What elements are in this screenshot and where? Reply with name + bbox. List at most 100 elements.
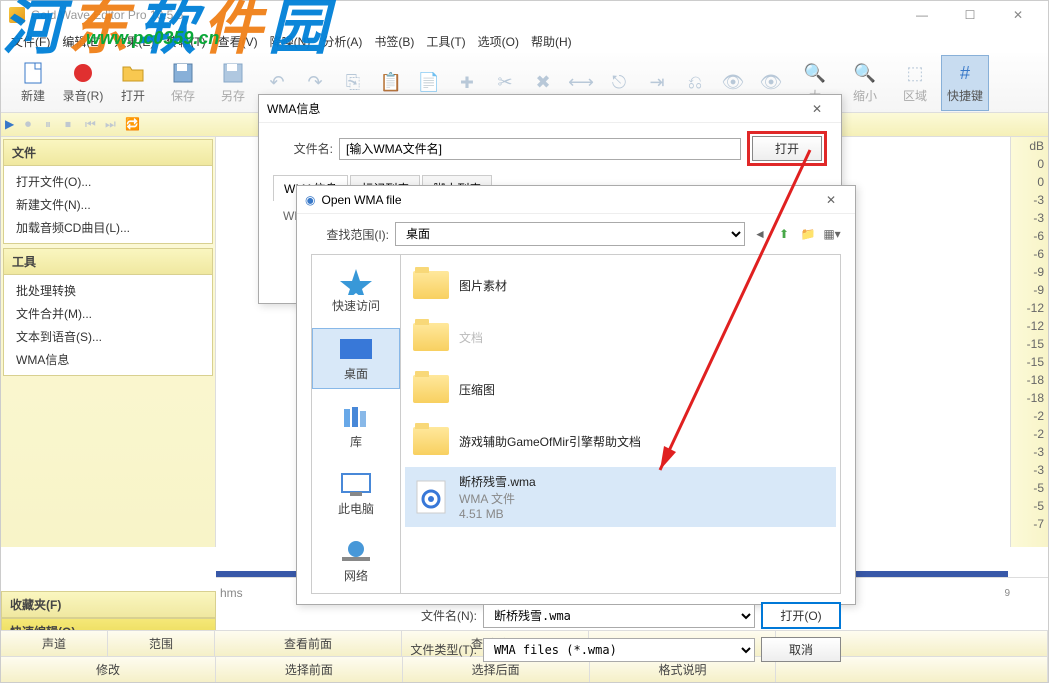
menu-help[interactable]: 帮助(H) [525, 33, 578, 50]
range-label: 查找范围(I): [311, 226, 389, 243]
loop-icon[interactable]: 🔁 [125, 117, 141, 133]
stop-icon[interactable]: ⏹ [65, 117, 81, 133]
maximize-button[interactable]: ☐ [948, 5, 992, 25]
copy-icon: ⎘ [341, 71, 365, 95]
sidebar-wma-info[interactable]: WMA信息 [4, 348, 212, 371]
tab-view-front[interactable]: 查看前面 [215, 631, 402, 656]
places-bar: 快速访问 桌面 库 此电脑 网络 [311, 254, 401, 594]
back-icon[interactable]: ◄ [751, 225, 769, 243]
network-icon [338, 537, 374, 565]
wma-fname-label: 文件名: [273, 140, 333, 157]
pc-icon [338, 470, 374, 498]
range-select[interactable]: 桌面 [395, 222, 745, 246]
record-mini-icon[interactable]: ⏺ [25, 117, 41, 133]
cancel-button[interactable]: 取消 [761, 637, 841, 662]
newfile-icon: 📄 [417, 71, 441, 95]
sidebar-file-header[interactable]: 文件 [3, 139, 213, 166]
menu-options[interactable]: 选项(O) [472, 33, 525, 50]
tool-saveas[interactable]: 另存 [209, 55, 257, 111]
next-icon[interactable]: ⏭ [105, 117, 121, 133]
up-icon[interactable]: ⬆ [775, 225, 793, 243]
open-icon [121, 61, 145, 85]
wma-dialog-title: WMA信息 [267, 100, 320, 117]
place-library[interactable]: 库 [312, 397, 400, 456]
redo-icon: ↷ [303, 71, 327, 95]
folder-icon [413, 323, 449, 351]
sidebar-tts[interactable]: 文本到语音(S)... [4, 325, 212, 348]
mix-icon: 🞦 [455, 71, 479, 95]
file-item-3[interactable]: 游戏辅助GameOfMir引擎帮助文档 [405, 415, 836, 467]
fname-input[interactable]: 断桥残雪.wma [483, 604, 755, 628]
sidebar-tool-header[interactable]: 工具 [3, 248, 213, 275]
open-dialog-title: Open WMA file [321, 193, 401, 207]
newfolder-icon[interactable]: 📁 [799, 225, 817, 243]
tab-modify[interactable]: 修改 [1, 657, 216, 682]
open-file-dialog: ◉Open WMA file ✕ 查找范围(I): 桌面 ◄ ⬆ 📁 ▦▾ 快速… [296, 185, 856, 605]
menu-view[interactable]: 查看(V) [212, 33, 264, 50]
menu-analyze[interactable]: 分析(A) [316, 33, 368, 50]
db-ruler: dB 0 0 -3 -3 -6 -6 -9 -9 -12 -12 -15 -15… [1010, 137, 1048, 547]
file-item-1[interactable]: 文档 [405, 311, 836, 363]
menu-noise[interactable]: 降噪(N) [264, 33, 317, 50]
close-button[interactable]: ✕ [996, 5, 1040, 25]
file-item-2[interactable]: 压缩图 [405, 363, 836, 415]
undo-icon: ↶ [265, 71, 289, 95]
file-list[interactable]: 图片素材 文档 压缩图 游戏辅助GameOfMir引擎帮助文档 断桥残雪.wma… [401, 254, 841, 594]
app-icon [9, 7, 25, 23]
minimize-button[interactable]: — [900, 5, 944, 25]
library-icon [338, 403, 374, 431]
menu-file[interactable]: 文件(F) [5, 33, 56, 50]
sidebar-merge[interactable]: 文件合并(M)... [4, 302, 212, 325]
sidebar-open-file[interactable]: 打开文件(O)... [4, 170, 212, 193]
place-pc[interactable]: 此电脑 [312, 464, 400, 523]
file-item-0[interactable]: 图片素材 [405, 259, 836, 311]
cut-icon: ✂ [493, 71, 517, 95]
pause-icon[interactable]: ⏸ [45, 117, 61, 133]
trim-icon: ⟷ [569, 71, 593, 95]
wma-dialog-close[interactable]: ✕ [801, 99, 833, 119]
file-item-wma[interactable]: 断桥残雪.wmaWMA 文件4.51 MB [405, 467, 836, 527]
folder-icon [413, 427, 449, 455]
save-icon [171, 61, 195, 85]
star-icon [338, 267, 374, 295]
ftype-label: 文件类型(T): [407, 641, 477, 658]
menu-tools[interactable]: 工具(T) [420, 33, 471, 50]
fname-label: 文件名(N): [407, 607, 477, 624]
sidebar-fav-header[interactable]: 收藏夹(F) [1, 591, 216, 618]
open-dialog-close[interactable]: ✕ [815, 190, 847, 210]
prev-icon[interactable]: ⏮ [85, 117, 101, 133]
tool-record[interactable]: 录音(R) [59, 55, 107, 111]
sidebar: 文件 打开文件(O)... 新建文件(N)... 加载音频CD曲目(L)... … [1, 137, 216, 547]
tab-sel-front[interactable]: 选择前面 [216, 657, 403, 682]
tab-channel[interactable]: 声道 [1, 631, 108, 656]
tool-shortcut[interactable]: #快捷键 [941, 55, 989, 111]
place-network[interactable]: 网络 [312, 531, 400, 590]
folder-icon [413, 375, 449, 403]
tool-save[interactable]: 保存 [159, 55, 207, 111]
play-icon[interactable]: ▶ [5, 117, 21, 133]
menu-bookmark[interactable]: 书签(B) [368, 33, 420, 50]
titlebar: Gold Wave Editor Pro 10.5.5 — ☐ ✕ [1, 1, 1048, 29]
wma-fname-input[interactable] [339, 138, 741, 160]
tool-zoomout[interactable]: 🔍缩小 [841, 55, 889, 111]
sidebar-new-file[interactable]: 新建文件(N)... [4, 193, 212, 216]
shortcut-icon: # [953, 61, 977, 85]
place-desktop[interactable]: 桌面 [312, 328, 400, 389]
delete-icon: ✖ [531, 71, 555, 95]
tool-open[interactable]: 打开 [109, 55, 157, 111]
wma-icon [413, 479, 449, 515]
sidebar-batch[interactable]: 批处理转换 [4, 279, 212, 302]
desktop-icon [338, 335, 374, 363]
wma-open-button[interactable]: 打开 [752, 136, 822, 161]
ftype-select[interactable]: WMA files (*.wma) [483, 638, 755, 662]
tab-range[interactable]: 范围 [108, 631, 215, 656]
views-icon[interactable]: ▦▾ [823, 225, 841, 243]
sidebar-load-cd[interactable]: 加载音频CD曲目(L)... [4, 216, 212, 239]
region-icon: ⬚ [903, 61, 927, 85]
paste-icon: 📋 [379, 71, 403, 95]
open-button[interactable]: 打开(O) [761, 602, 841, 629]
tool-region[interactable]: ⬚区域 [891, 55, 939, 111]
tool-new[interactable]: 新建 [9, 55, 57, 111]
watermark-url: www.pc0359.cn [86, 28, 219, 49]
place-quick[interactable]: 快速访问 [312, 261, 400, 320]
